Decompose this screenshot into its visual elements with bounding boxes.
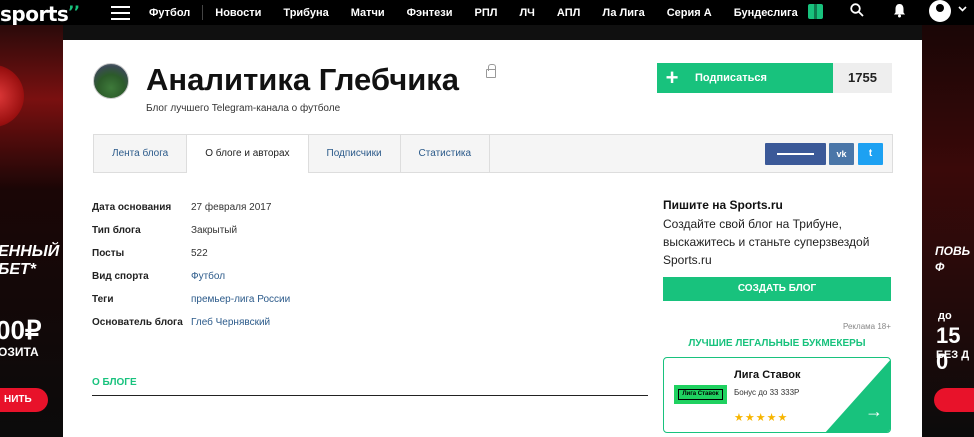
nav-item-matches[interactable]: Матчи [351,7,385,19]
subscribe-label: Подписаться [695,72,767,84]
ad-left-text: ЕННЫЙ БЕТ* [0,243,60,278]
info-row: Вид спорта Футбол [92,271,290,294]
right-side-ad[interactable]: ПОВЬ Ф до 15 0 БЕЗ Д [922,25,974,437]
main-nav: Футбол Новости Трибуна Матчи Фэнтези РПЛ… [149,0,820,25]
blog-subtitle: Блог лучшего Telegram-канала о футболе [146,103,341,114]
lock-icon [486,64,496,78]
top-navigation: sports’’ Футбол Новости Трибуна Матчи Фэ… [0,0,974,26]
blog-title: Аналитика Глебчика [146,62,460,97]
ad-right-button[interactable] [934,388,974,412]
create-blog-button[interactable]: СОЗДАТЬ БЛОГ [663,277,891,301]
info-value: 27 февраля 2017 [191,202,272,213]
user-avatar[interactable] [929,0,951,22]
subscribe-button[interactable]: + Подписаться [657,63,833,93]
ad-note: Реклама 18+ [843,322,891,331]
about-heading: О БЛОГЕ [92,377,137,388]
menu-icon[interactable] [111,6,130,20]
info-value: 522 [191,248,208,259]
info-key: Тип блога [92,225,141,236]
arrow-right-icon[interactable]: → [824,358,890,432]
bell-icon[interactable] [893,3,906,21]
info-row: Посты 522 [92,248,290,271]
bookmaker-card[interactable]: Лига Ставок Лига Ставок Бонус до 33 333Р… [663,357,891,433]
nav-item-laliga[interactable]: Ла Лига [602,7,644,19]
info-row: Теги премьер-лига России [92,294,290,317]
bookmaker-name: Лига Ставок [734,369,801,381]
vk-share-button[interactable]: vk [829,143,854,165]
bookmaker-logo: Лига Ставок [674,385,727,404]
ad-left-button[interactable]: НИТЬ [0,388,48,412]
tab-feed[interactable]: Лента блога [94,135,188,172]
nav-item-fantasy[interactable]: Фэнтези [407,7,453,19]
bookmakers-title: ЛУЧШИЕ ЛЕГАЛЬНЫЕ БУКМЕКЕРЫ [688,338,866,349]
ad-right-prefix: до [938,310,952,322]
subscriber-count: 1755 [833,63,892,93]
info-row: Дата основания 27 февраля 2017 [92,202,290,225]
ad-ball-image [0,65,24,127]
ad-left-amount: 00₽ [0,315,42,345]
blog-page: Аналитика Глебчика Блог лучшего Telegram… [63,40,922,437]
info-key: Основатель блога [92,317,183,328]
tab-subscribers[interactable]: Подписчики [309,135,401,172]
nav-item-rpl[interactable]: РПЛ [475,7,498,19]
founder-link[interactable]: Глеб Чернявский [191,317,270,340]
search-icon[interactable] [850,3,864,20]
info-key: Посты [92,248,125,259]
gift-icon[interactable] [808,4,823,19]
nav-item-bundesliga[interactable]: Бундеслига [734,7,798,19]
tab-statistics[interactable]: Статистика [401,135,491,172]
nav-item-news[interactable]: Новости [215,7,261,19]
left-side-ad[interactable]: ЕННЫЙ БЕТ* 00₽ ОЗИТА НИТЬ [0,25,63,437]
info-key: Теги [92,294,114,305]
nav-item-seriea[interactable]: Серия А [667,7,712,19]
about-divider [92,395,648,396]
twitter-share-button[interactable]: t [858,143,883,165]
nav-item-football[interactable]: Футбол [149,7,190,19]
info-value: Закрытый [191,225,238,236]
nav-divider [202,5,204,20]
nav-item-tribuna[interactable]: Трибуна [283,7,328,19]
write-promo-title: Пишите на Sports.ru [663,198,783,212]
info-key: Вид спорта [92,271,149,282]
info-row: Основатель блога Глеб Чернявский [92,317,290,340]
ad-left-caption: ОЗИТА [0,345,39,359]
ad-right-caption: БЕЗ Д [936,349,970,361]
tab-about[interactable]: О блоге и авторах [187,134,309,173]
sport-link[interactable]: Футбол [191,271,225,294]
write-promo-text: Создайте свой блог на Трибуне, выскажите… [663,217,870,267]
bookmaker-bonus: Бонус до 33 333Р [734,388,800,397]
blog-avatar[interactable] [93,63,129,99]
blog-info: Дата основания 27 февраля 2017 Тип блога… [92,202,290,340]
ad-right-text: ПОВЬ Ф [935,244,971,274]
facebook-share-button[interactable] [765,143,826,165]
tag-link[interactable]: премьер-лига России [191,294,290,317]
nav-item-apl[interactable]: АПЛ [557,7,580,19]
rating-stars: ★★★★★ [734,412,789,424]
blog-tabs: Лента блога О блоге и авторах Подписчики… [93,134,893,173]
sports-logo[interactable]: sports’’ [0,2,80,26]
chevron-down-icon[interactable] [958,4,967,15]
info-key: Дата основания [92,202,172,213]
nav-item-lch[interactable]: ЛЧ [519,7,534,19]
info-row: Тип блога Закрытый [92,225,290,248]
plus-icon: + [665,65,679,90]
